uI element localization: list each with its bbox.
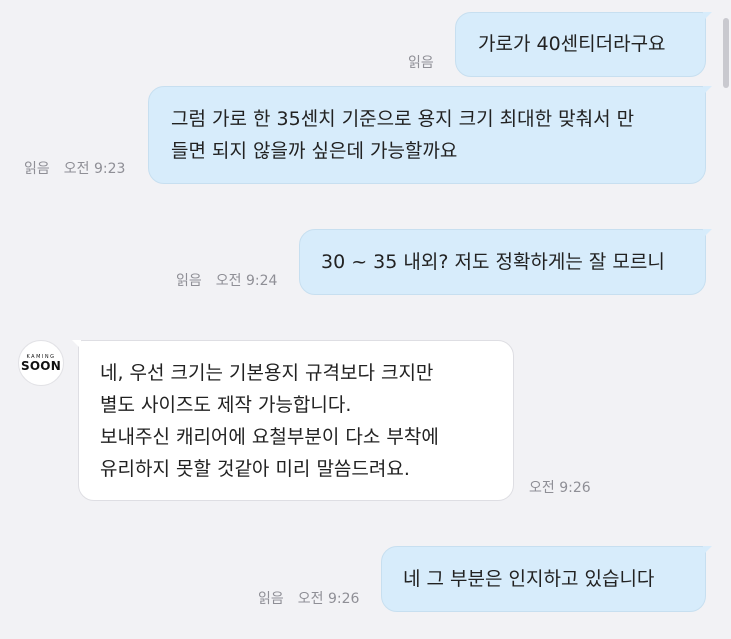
message-text: 별도 사이즈도 제작 가능합니다. — [100, 394, 352, 416]
message-meta: 읽음 오전 9:26 — [258, 588, 359, 608]
message-time: 오전 9:26 — [529, 480, 591, 496]
message-text: 네 그 부분은 인지하고 있습니다 — [403, 568, 655, 590]
read-receipt: 읽음 — [258, 591, 284, 607]
message-text: 보내주신 캐리어에 요철부분이 다소 부착에 — [100, 426, 439, 448]
message-text: 그럼 가로 한 35센치 기준으로 용지 크기 최대한 맞춰서 만 — [171, 108, 635, 130]
message-text: 30 ~ 35 내외? 저도 정확하게는 잘 모르니 — [321, 251, 665, 273]
message-time: 오전 9:24 — [215, 273, 278, 289]
message-text: 가로가 40센티더라구요 — [478, 33, 666, 55]
outgoing-message-bubble[interactable]: 가로가 40센티더라구요 — [455, 12, 712, 77]
message-time: 오전 9:23 — [63, 161, 126, 177]
message-time: 오전 9:26 — [297, 591, 360, 607]
message-meta: 읽음 — [408, 52, 434, 72]
outgoing-message-bubble[interactable]: 그럼 가로 한 35센치 기준으로 용지 크기 최대한 맞춰서 만 들면 되지 … — [148, 86, 712, 184]
read-receipt: 읽음 — [24, 161, 50, 177]
message-text: 네, 우선 크기는 기본용지 규격보다 크지만 — [100, 362, 434, 384]
outgoing-message-bubble[interactable]: 30 ~ 35 내외? 저도 정확하게는 잘 모르니 — [299, 229, 712, 295]
message-text: 유리하지 못할 것같아 미리 말씀드려요. — [100, 458, 410, 480]
message-meta: 읽음 오전 9:24 — [176, 270, 277, 290]
read-receipt: 읽음 — [176, 273, 202, 289]
incoming-message-bubble[interactable]: 네, 우선 크기는 기본용지 규격보다 크지만 별도 사이즈도 제작 가능합니다… — [72, 340, 514, 501]
read-receipt: 읽음 — [408, 55, 434, 71]
chat-window: 가로가 40센티더라구요 읽음 그럼 가로 한 35센치 기준으로 용지 크기 … — [0, 0, 731, 639]
avatar-brand-bottom: SOON — [21, 358, 61, 373]
sender-avatar[interactable]: KAMING SOON — [18, 340, 64, 386]
message-text: 들면 되지 않을까 싶은데 가능할까요 — [171, 140, 458, 162]
message-meta: 오전 9:26 — [529, 477, 591, 497]
message-meta: 읽음 오전 9:23 — [24, 158, 125, 178]
outgoing-message-bubble[interactable]: 네 그 부분은 인지하고 있습니다 — [381, 546, 712, 612]
scrollbar-track[interactable] — [720, 0, 731, 639]
scrollbar-thumb[interactable] — [723, 18, 729, 88]
